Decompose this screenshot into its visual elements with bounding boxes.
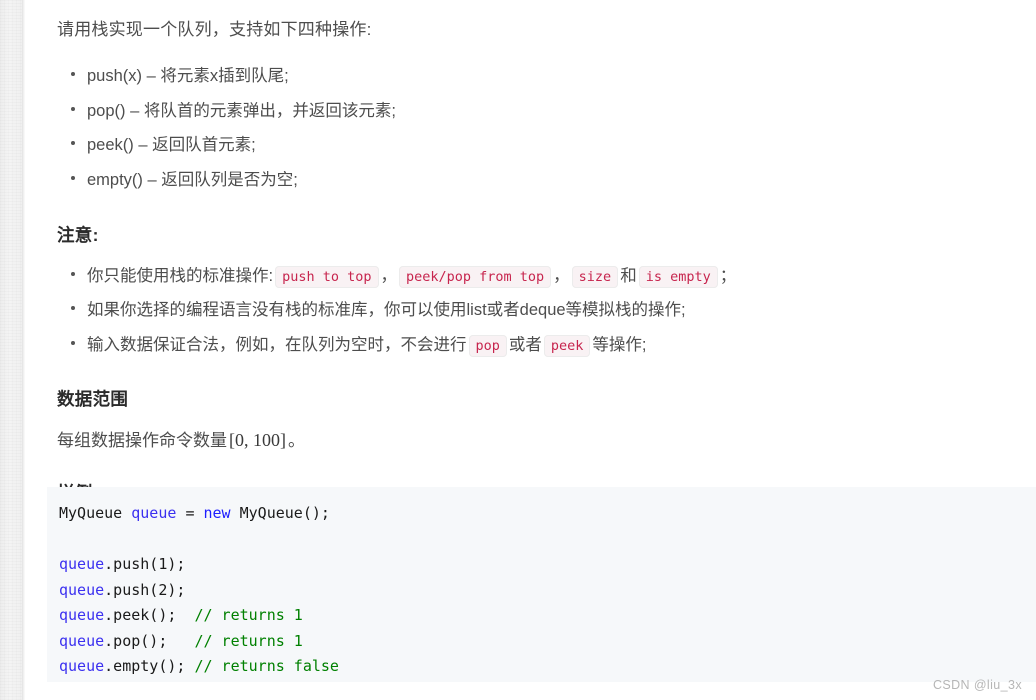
note3-text-prefix: 输入数据保证合法，例如，在队列为空时，不会进行 xyxy=(87,335,467,354)
code-type-myqueue: MyQueue xyxy=(59,504,123,522)
code-call-push-1: .push(1); xyxy=(104,555,186,573)
code-var-queue-l6: queue xyxy=(59,657,105,675)
note3-conjunction: 或者 xyxy=(508,335,542,354)
code-comment-empty: // returns false xyxy=(194,657,339,675)
code-var-queue-l2: queue xyxy=(59,555,105,573)
list-item-language-fallback: 如果你选择的编程语言没有栈的标准库，你可以使用list或者deque等模拟栈的操… xyxy=(71,293,1036,327)
range-text-prefix: 每组数据操作命令数量 xyxy=(57,430,227,450)
code-var-queue-l3: queue xyxy=(59,580,105,599)
list-item: pop() – 将队首的元素弹出，并返回该元素; xyxy=(71,94,1036,129)
list-item: push(x) – 将元素x插到队尾; xyxy=(71,59,1036,94)
operations-list: push(x) – 将元素x插到队尾; pop() – 将队首的元素弹出，并返回… xyxy=(57,59,1036,198)
list-item: peek() – 返回队首元素; xyxy=(71,128,1036,163)
page-gutter-texture xyxy=(0,0,22,700)
code-operator-assign: = xyxy=(185,504,195,522)
code-comment-peek: // returns 1 xyxy=(194,606,303,624)
code-var-queue-l5: queue xyxy=(59,631,105,650)
inline-code-pop: pop xyxy=(468,334,507,357)
notes-heading: 注意: xyxy=(57,224,99,245)
list-item-allowed-ops: 你只能使用栈的标准操作: push to top， peek/pop from to… xyxy=(71,259,1036,293)
inline-code-is-empty: is empty xyxy=(638,265,718,288)
data-range-text: 每组数据操作命令数量 [0, 100]。 xyxy=(57,425,1036,456)
article-content: 请用栈实现一个队列，支持如下四种操作: push(x) – 将元素x插到队尾; … xyxy=(25,0,1036,505)
example-code-block: MyQueue queue = new MyQueue(); queue.pus… xyxy=(47,487,1036,682)
code-comment-pop: // returns 1 xyxy=(194,631,303,650)
csdn-watermark: CSDN @liu_3x xyxy=(932,678,1022,692)
note-text-suffix: ； xyxy=(719,266,737,285)
code-content: MyQueue queue = new MyQueue(); queue.pus… xyxy=(59,501,1036,680)
code-call-push-2: .push(2); xyxy=(104,580,186,599)
range-math-interval: [0, 100] xyxy=(229,429,286,450)
inline-code-size: size xyxy=(571,265,619,288)
data-range-heading: 数据范围 xyxy=(57,388,129,409)
code-call-empty: .empty(); xyxy=(104,657,186,675)
note-conjunction: 和 xyxy=(620,266,637,285)
notes-list: 你只能使用栈的标准操作: push to top， peek/pop from to… xyxy=(57,259,1036,362)
code-call-peek: .peek(); xyxy=(104,606,177,624)
inline-code-push-to-top: push to top xyxy=(275,265,379,288)
note-sep-1: ， xyxy=(380,266,398,285)
list-item-input-validity: 输入数据保证合法，例如，在队列为空时，不会进行 pop 或者 peek 等操作; xyxy=(71,328,1036,362)
range-text-suffix: 。 xyxy=(288,430,305,450)
note-sep-2: ， xyxy=(553,266,570,285)
inline-code-peek: peek xyxy=(543,334,591,357)
problem-statement-lead: 请用栈实现一个队列，支持如下四种操作: xyxy=(57,20,372,39)
code-var-queue-l4: queue xyxy=(59,606,105,624)
note-text-prefix: 你只能使用栈的标准操作: xyxy=(87,266,274,285)
code-keyword-new: new xyxy=(203,504,231,522)
code-var-queue-decl: queue xyxy=(131,504,177,522)
note3-text-suffix: 等操作; xyxy=(592,335,647,354)
list-item: empty() – 返回队列是否为空; xyxy=(71,163,1036,198)
code-call-pop: .pop(); xyxy=(104,631,168,650)
inline-code-peek-pop-from-top: peek/pop from top xyxy=(399,265,552,288)
code-constructor-call: MyQueue(); xyxy=(239,504,330,522)
